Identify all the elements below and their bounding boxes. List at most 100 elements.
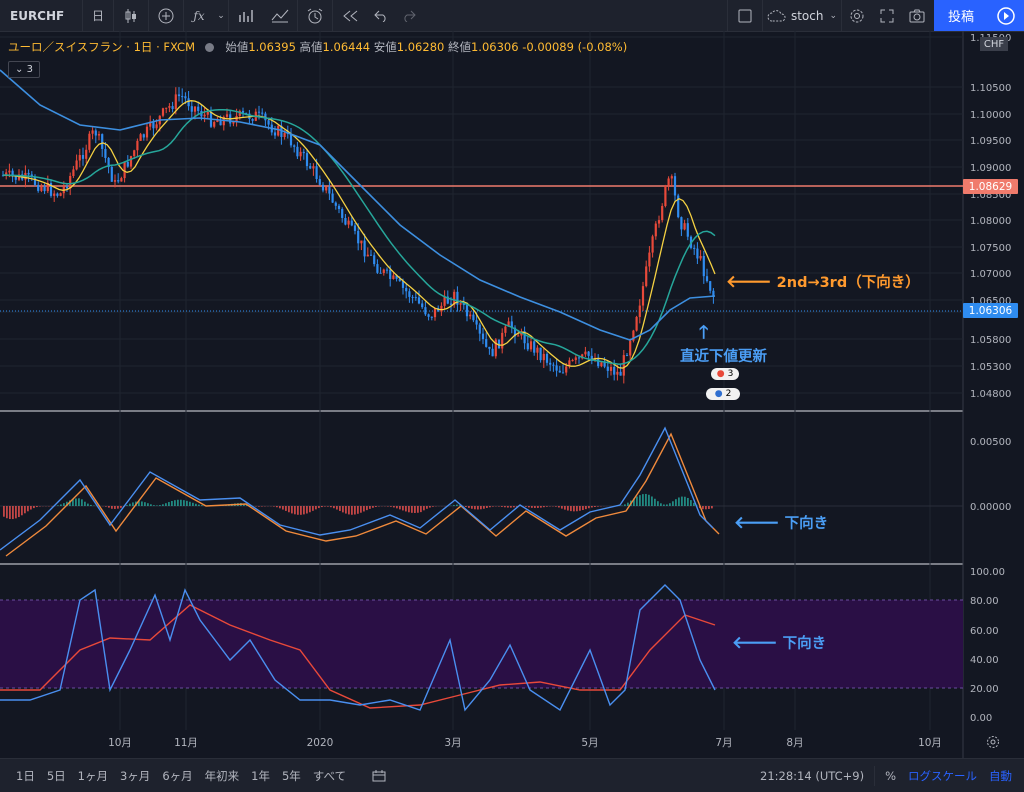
- candle-body: [504, 327, 506, 333]
- alarm-icon[interactable]: [298, 0, 332, 31]
- chart-canvas[interactable]: 1.115001.105001.100001.095001.090001.085…: [0, 31, 1024, 758]
- candle-body: [652, 236, 654, 252]
- range-button-6[interactable]: 1年: [245, 768, 276, 784]
- macd-histogram-bar: [585, 506, 587, 509]
- range-button-8[interactable]: すべて: [307, 768, 352, 784]
- earnings-badge[interactable]: ●3: [711, 368, 739, 380]
- candle-body: [124, 162, 126, 178]
- candle-body: [213, 122, 215, 127]
- candle-body: [527, 343, 529, 349]
- candle-body: [101, 134, 103, 149]
- publish-button[interactable]: 投稿: [934, 0, 988, 31]
- macd-histogram-bar: [579, 506, 581, 511]
- macd-histogram-bar: [15, 506, 17, 518]
- candle-body: [168, 106, 170, 108]
- plus-circle-icon[interactable]: [149, 0, 183, 31]
- candle-body: [444, 297, 446, 306]
- candle-body: [111, 167, 113, 182]
- fullscreen-square-icon[interactable]: [728, 0, 762, 31]
- percent-scale-toggle[interactable]: %: [879, 769, 902, 783]
- macd-histogram-bar: [345, 506, 347, 514]
- macd-histogram-bar: [183, 500, 185, 506]
- time-tick-label: 10月: [918, 737, 942, 749]
- candle-body: [165, 108, 167, 109]
- range-button-7[interactable]: 5年: [276, 768, 307, 784]
- goto-date-icon[interactable]: [372, 770, 386, 782]
- macd-histogram-bar: [705, 506, 707, 509]
- expand-icon[interactable]: [872, 0, 902, 31]
- macd-histogram-bar: [318, 506, 320, 508]
- candle-body: [104, 149, 106, 158]
- range-button-0[interactable]: 1日: [10, 768, 41, 784]
- candle-body: [79, 155, 81, 160]
- template-icon[interactable]: [229, 0, 263, 31]
- macd-histogram-bar: [669, 503, 671, 506]
- auto-scale-toggle[interactable]: 自動: [983, 768, 1024, 784]
- range-button-2[interactable]: 1ヶ月: [72, 768, 114, 784]
- layout-save-button[interactable]: stoch ⌄: [763, 0, 841, 31]
- price-tick-label: 1.08000: [970, 216, 1011, 227]
- macd-histogram-bar: [654, 499, 656, 506]
- candle-body: [501, 333, 503, 349]
- candle-body: [72, 169, 74, 176]
- chevron-down-icon[interactable]: ⌄: [214, 0, 228, 31]
- candle-body: [588, 352, 590, 356]
- macd-histogram-bar: [147, 503, 149, 506]
- stoch-tick-label: 100.00: [970, 567, 1005, 578]
- candle-body: [440, 306, 442, 312]
- candle-body: [565, 366, 567, 372]
- visibility-dot-icon[interactable]: [205, 43, 214, 52]
- indicators-collapse-button[interactable]: ⌄ 3: [8, 61, 40, 78]
- macd-histogram-bar: [678, 497, 680, 506]
- candle-body: [610, 367, 612, 371]
- candle-body: [258, 112, 260, 113]
- candle-body: [92, 130, 94, 133]
- macd-histogram-bar: [390, 506, 392, 507]
- gear-icon[interactable]: [842, 0, 872, 31]
- macd-histogram-bar: [306, 506, 308, 513]
- candle-body: [658, 220, 660, 223]
- candle-body: [469, 315, 471, 317]
- price-tick-label: 1.09000: [970, 163, 1011, 174]
- macd-histogram-bar: [657, 501, 659, 506]
- candle-body: [556, 365, 558, 370]
- camera-icon[interactable]: [902, 0, 932, 31]
- candle-body: [354, 225, 356, 230]
- study-icon[interactable]: [263, 0, 297, 31]
- undo-icon[interactable]: [367, 0, 395, 31]
- interval-button[interactable]: 日: [83, 0, 113, 31]
- change-value: -0.00089 (-0.08%): [522, 40, 627, 54]
- candle-body: [66, 187, 68, 189]
- candle-body: [706, 276, 708, 281]
- candle-body: [325, 187, 327, 191]
- macd-histogram-bar: [336, 506, 338, 510]
- candle-body: [434, 308, 436, 317]
- candles-icon[interactable]: [114, 0, 148, 31]
- candle-body: [664, 186, 666, 206]
- log-scale-toggle[interactable]: ログスケール: [902, 768, 983, 784]
- range-buttons: 1日5日1ヶ月3ヶ月6ヶ月年初来1年5年すべて: [0, 768, 352, 784]
- range-button-5[interactable]: 年初来: [199, 768, 246, 784]
- fx-icon[interactable]: ƒx: [184, 0, 214, 31]
- macd-histogram-bar: [687, 498, 689, 506]
- macd-histogram-bar: [477, 506, 479, 509]
- candle-body: [120, 178, 122, 181]
- range-button-3[interactable]: 3ヶ月: [114, 768, 156, 784]
- range-button-1[interactable]: 5日: [41, 768, 72, 784]
- candle-body: [8, 171, 10, 173]
- price-tick-label: 1.04800: [970, 389, 1011, 400]
- symbol-search[interactable]: EURCHF: [0, 0, 82, 31]
- redo-icon[interactable]: [395, 0, 423, 31]
- candle-body: [648, 253, 650, 267]
- range-button-4[interactable]: 6ヶ月: [156, 768, 198, 784]
- flag-icon: ●: [715, 389, 723, 399]
- event-badge[interactable]: ●2: [706, 388, 740, 400]
- candle-body: [204, 115, 206, 117]
- chart-settings-gear-icon[interactable]: [986, 735, 1000, 749]
- candle-body: [616, 372, 618, 375]
- rewind-icon[interactable]: [333, 0, 367, 31]
- clock[interactable]: 21:28:14 (UTC+9): [754, 769, 870, 783]
- macd-histogram-bar: [540, 506, 542, 508]
- close-value: 1.06306: [471, 40, 519, 54]
- play-icon[interactable]: [988, 0, 1024, 31]
